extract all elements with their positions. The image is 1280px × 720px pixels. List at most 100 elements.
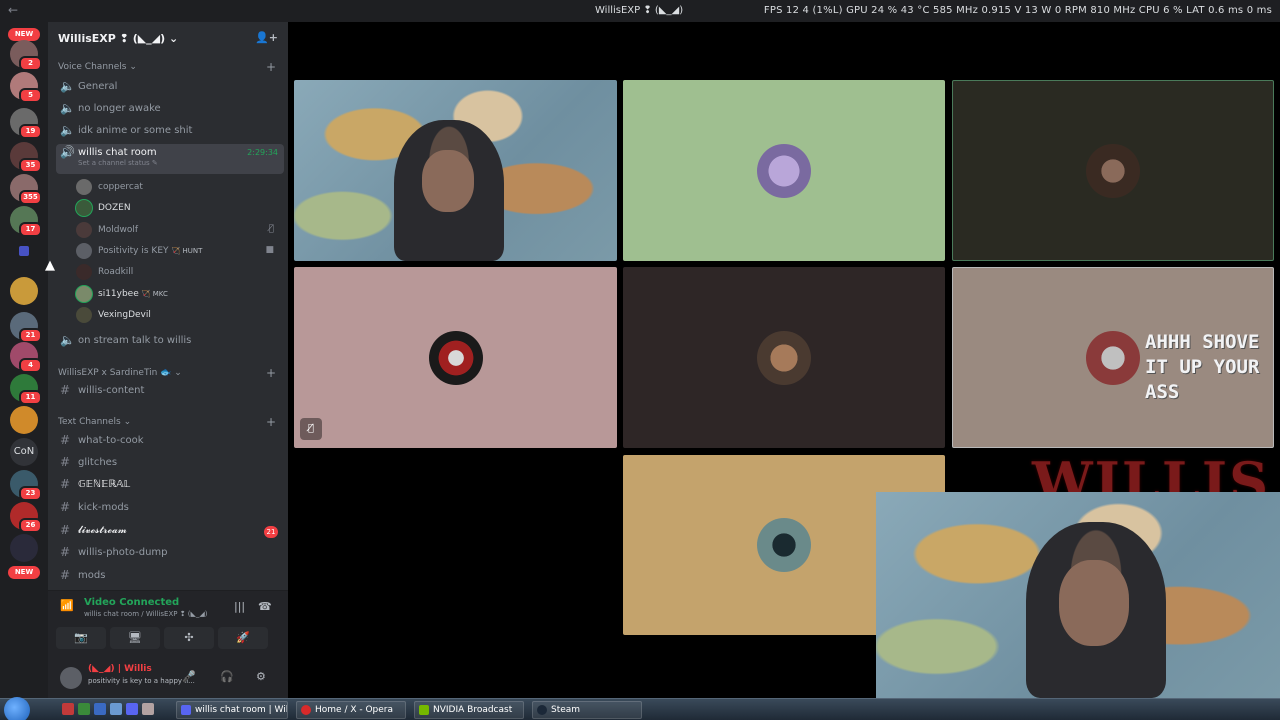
- voice-user[interactable]: Roadkill: [76, 262, 284, 282]
- activities-button[interactable]: ✣: [164, 627, 214, 649]
- avatar: [1086, 143, 1140, 198]
- task-discord[interactable]: willis chat room | Will...: [176, 701, 288, 719]
- server-icon[interactable]: 355: [10, 174, 42, 205]
- app-icon[interactable]: [62, 703, 74, 715]
- channel-status[interactable]: Set a channel status ✎: [78, 159, 280, 167]
- server-icon[interactable]: 19: [10, 108, 42, 139]
- video-tile[interactable]: [623, 80, 945, 261]
- category-voice[interactable]: Voice Channels ⌄ +: [58, 60, 276, 74]
- voice-channel-active[interactable]: 🔊 willis chat room Set a channel status …: [56, 144, 284, 174]
- text-channel[interactable]: # willis-content: [56, 382, 284, 402]
- back-arrow-icon[interactable]: ←: [8, 3, 18, 17]
- person-add-icon[interactable]: 👤+: [255, 31, 278, 44]
- app-icon[interactable]: [94, 703, 106, 715]
- server-icon[interactable]: 5: [10, 72, 42, 103]
- task-steam[interactable]: Steam: [532, 701, 642, 719]
- voice-location[interactable]: willis chat room / WillisEXP ❢ (◣_◢): [84, 610, 208, 618]
- text-channel[interactable]: # willis-photo-dump: [56, 544, 284, 564]
- user-name[interactable]: (◣_◢) | Willis: [88, 664, 152, 674]
- add-channel-icon[interactable]: +: [266, 415, 276, 429]
- server-icon[interactable]: 2: [10, 40, 42, 71]
- app-icon[interactable]: [126, 703, 138, 715]
- start-button[interactable]: [4, 697, 30, 720]
- channel-label: what-to-cook: [78, 435, 144, 446]
- microphone-icon[interactable]: 🎤: [182, 670, 196, 683]
- webcam-face: [422, 150, 474, 212]
- screen-share-button[interactable]: 🖥: [110, 627, 160, 649]
- video-tile[interactable]: [623, 267, 945, 448]
- server-con[interactable]: CoN: [10, 438, 38, 466]
- camera-button[interactable]: 📷: [56, 627, 106, 649]
- video-tile[interactable]: [294, 80, 617, 261]
- category-text[interactable]: Text Channels ⌄ +: [58, 415, 276, 429]
- text-channel[interactable]: # kick-mods: [56, 499, 284, 519]
- hash-icon: #: [60, 500, 71, 514]
- voice-user[interactable]: DOZEN: [76, 198, 284, 218]
- channel-label: willis-photo-dump: [78, 547, 168, 558]
- app-icon[interactable]: [110, 703, 122, 715]
- avatar: [76, 243, 92, 259]
- server-rail: NEW 2 5 19 35 355 17 21 4 11 CoN 23 26 N…: [0, 22, 48, 698]
- avatar: [76, 200, 92, 216]
- muted-mic-icon: 🎙̸: [300, 418, 322, 440]
- server-icon[interactable]: 4: [10, 342, 42, 373]
- add-channel-icon[interactable]: +: [266, 366, 276, 380]
- hash-icon: #: [60, 383, 71, 397]
- voice-channel[interactable]: 🔈 General: [56, 78, 284, 98]
- text-channel[interactable]: # glitches: [56, 454, 284, 474]
- channel-label: General: [78, 81, 118, 92]
- text-channel[interactable]: # 𝓵𝓲𝓿𝓮𝓼𝓽𝓻𝓮𝓪𝓶 21: [56, 522, 284, 542]
- soundboard-button[interactable]: 🚀: [218, 627, 268, 649]
- new-pill-bottom[interactable]: NEW: [8, 566, 40, 579]
- task-opera[interactable]: Home / X - Opera: [296, 701, 406, 719]
- user-name: Moldwolf: [98, 225, 139, 235]
- avatar: [428, 330, 483, 385]
- server-badge: 35: [19, 158, 42, 173]
- guild-header[interactable]: WillisEXP ❢ (◣_◢) ⌄ 👤+: [48, 22, 288, 54]
- discord-icon: [181, 705, 191, 715]
- folder-icon[interactable]: [19, 246, 29, 256]
- server-icon[interactable]: [10, 277, 38, 305]
- headphones-icon[interactable]: 🎧: [220, 670, 234, 683]
- voice-channel[interactable]: 🔈 idk anime or some shit: [56, 122, 284, 142]
- gear-icon[interactable]: ⚙: [256, 670, 266, 683]
- voice-user[interactable]: coppercat: [76, 177, 284, 197]
- server-badge: 17: [19, 222, 42, 237]
- muted-mic-icon: 🎙̸: [268, 224, 274, 234]
- category-collab[interactable]: WillisEXP x SardineTin 🐟 ⌄ +: [58, 366, 276, 380]
- app-icon[interactable]: [142, 703, 154, 715]
- app-icon[interactable]: [78, 703, 90, 715]
- server-icon[interactable]: [10, 406, 38, 434]
- avatar: [76, 286, 92, 302]
- add-channel-icon[interactable]: +: [266, 60, 276, 74]
- server-icon[interactable]: [10, 534, 38, 562]
- video-tile[interactable]: [952, 80, 1274, 261]
- voice-user[interactable]: si11ybee 🏹 MKC: [76, 284, 284, 304]
- voice-user[interactable]: Moldwolf 🎙̸: [76, 220, 284, 240]
- video-tile[interactable]: 🎙̸: [294, 267, 617, 448]
- text-channel[interactable]: # mods: [56, 567, 284, 587]
- server-icon[interactable]: 35: [10, 142, 42, 173]
- voice-channel[interactable]: 🔈 on stream talk to willis: [56, 332, 284, 352]
- channel-label: glitches: [78, 457, 118, 468]
- user-name: Roadkill: [98, 267, 134, 277]
- server-icon[interactable]: 21: [10, 312, 42, 343]
- voice-user[interactable]: Positivity is KEY 🏹 HUNT ■: [76, 241, 284, 261]
- task-nvidia[interactable]: NVIDIA Broadcast: [414, 701, 524, 719]
- server-icon[interactable]: 11: [10, 374, 42, 405]
- speaker-icon: 🔊: [60, 145, 75, 159]
- desktop: ← WillisEXP ❢ (◣_◢) FPS 12 4 (1%L) GPU 2…: [0, 0, 1280, 720]
- server-icon[interactable]: 17: [10, 206, 42, 237]
- disconnect-icon[interactable]: ☎: [258, 600, 272, 613]
- voice-channel[interactable]: 🔈 no longer awake: [56, 100, 284, 120]
- avatar[interactable]: [60, 667, 82, 689]
- server-icon[interactable]: 26: [10, 502, 42, 533]
- server-icon[interactable]: 23: [10, 470, 42, 501]
- signal-icon[interactable]: 📶: [60, 599, 74, 612]
- text-channel[interactable]: # what-to-cook: [56, 432, 284, 452]
- channel-label: willis-content: [78, 385, 145, 396]
- steam-icon: [537, 705, 547, 715]
- voice-user[interactable]: VexingDevil: [76, 305, 284, 325]
- text-channel[interactable]: # 𝔾𝔼ℕ𝔼ℝ𝔸𝕃: [56, 476, 284, 496]
- noise-suppression-icon[interactable]: |||: [234, 600, 245, 613]
